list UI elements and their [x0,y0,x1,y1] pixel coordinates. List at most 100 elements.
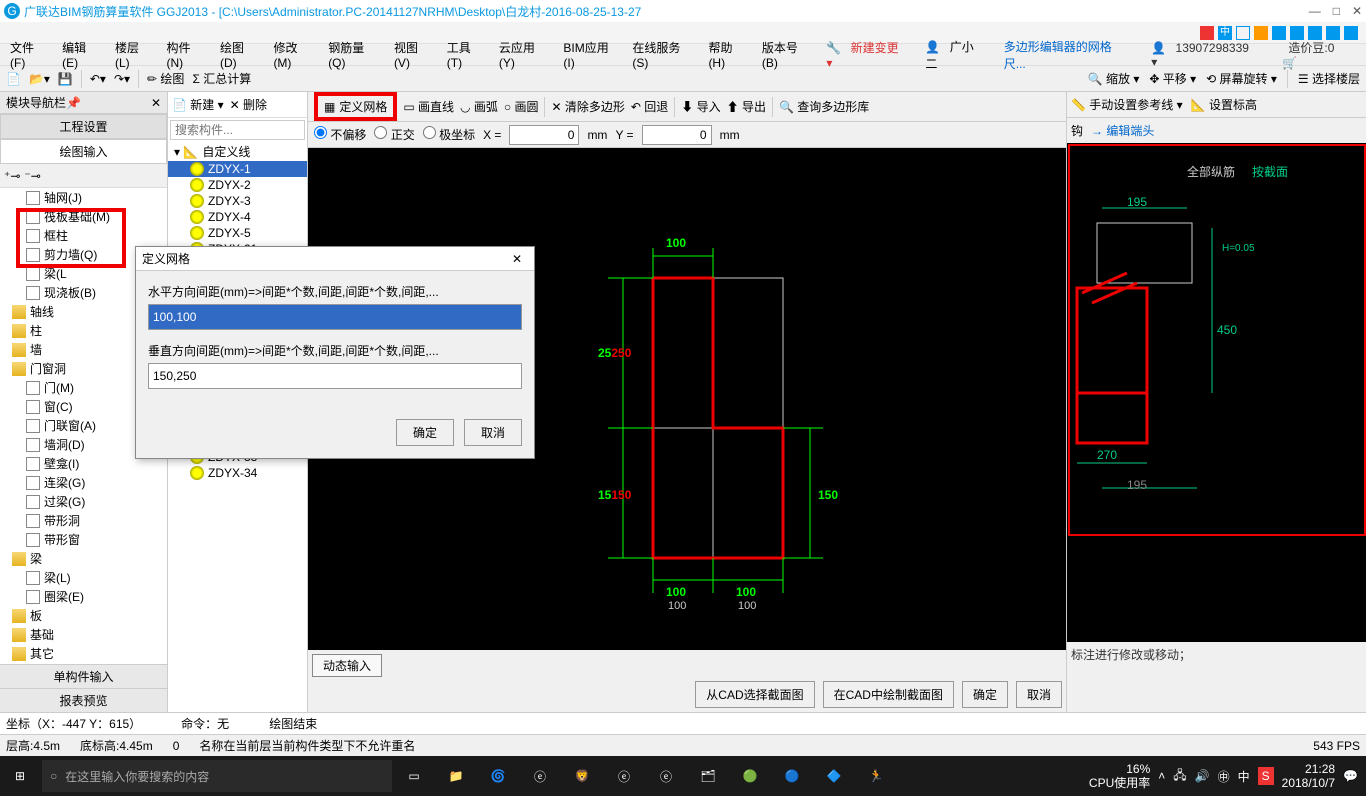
app-icon-11[interactable]: 🏃 [856,756,896,796]
tree-item[interactable]: 梁 [0,549,167,568]
tree-item[interactable]: 带形洞 [0,511,167,530]
tab-project-settings[interactable]: 工程设置 [0,114,167,139]
taskbar-clock[interactable]: 21:282018/10/7 [1282,762,1335,791]
draw-line-button[interactable]: ▭ 画直线 [403,98,454,115]
sum-button[interactable]: Σ 汇总计算 [192,70,251,87]
app-icon-2[interactable]: 🌀 [478,756,518,796]
radio-ortho[interactable]: 正交 [374,126,414,143]
cpu-meter[interactable]: 16%CPU使用率 [1089,762,1150,791]
component-search-input[interactable] [170,120,305,140]
notifications-icon[interactable]: 💬 [1343,769,1358,783]
list-root[interactable]: ▾ 📐 自定义线 [168,142,307,161]
polygon-editor-label[interactable]: 多边形编辑器的网格尺... [998,36,1135,74]
tray-net-icon[interactable]: 🖧 [1173,766,1186,787]
menu-help[interactable]: 帮助(H) [702,37,753,72]
tray-ime2-icon[interactable]: 中 [1238,768,1250,785]
menu-online[interactable]: 在线服务(S) [626,37,700,72]
tree-item[interactable]: 圈梁(E) [0,587,167,606]
new-component-button[interactable]: 📄 新建 ▾ [172,96,224,113]
manual-refline-button[interactable]: 📏 手动设置参考线 ▾ [1071,96,1183,113]
draw-circle-button[interactable]: ○ 画圆 [504,98,539,115]
single-input-tab[interactable]: 单构件输入 [0,664,167,688]
app-icon-8[interactable]: 🟢 [730,756,770,796]
open-file-icon[interactable]: 📂▾ [29,72,50,86]
cad-select-button[interactable]: 从CAD选择截面图 [695,681,814,708]
undo-icon[interactable]: ↶▾ [90,72,106,86]
minimize-button[interactable]: — [1309,4,1321,18]
dynamic-input-button[interactable]: 动态输入 [312,654,382,677]
tree-item[interactable]: 连梁(G) [0,473,167,492]
list-item[interactable]: ZDYX-4 [168,209,307,225]
list-item[interactable]: ZDYX-3 [168,193,307,209]
save-file-icon[interactable]: 💾 [58,72,73,86]
pan-button[interactable]: ✥ 平移 ▾ [1149,70,1196,88]
app-icon-7[interactable]: 🗂 [688,756,728,796]
delete-component-button[interactable]: ✕ 删除 [230,96,267,113]
tray-ime1-icon[interactable]: ㊥ [1218,768,1230,785]
tree-item[interactable]: 梁(L) [0,568,167,587]
credits-label[interactable]: 造价豆:0 🛒 [1276,37,1362,72]
define-grid-button[interactable]: ▦ 定义网格 [314,92,397,121]
taskbar-search[interactable]: ○ 在这里输入你要搜索的内容 [42,760,392,792]
draw-button[interactable]: ✏ 绘图 [147,70,184,87]
tree-item[interactable]: 板 [0,606,167,625]
menu-rebar[interactable]: 钢筋量(Q) [322,37,386,72]
undo-step-button[interactable]: ↶ 回退 [631,98,668,115]
app-icon-9[interactable]: 🔵 [772,756,812,796]
app-icon-6[interactable]: ⓔ [646,756,686,796]
menu-bim[interactable]: BIM应用(I) [557,37,624,72]
start-button[interactable]: ⊞ [0,756,40,796]
vert-spacing-input[interactable] [148,363,522,389]
maximize-button[interactable]: □ [1333,4,1340,18]
new-change-button[interactable]: 🔧 新建变更 ▾ [820,37,917,72]
list-item[interactable]: ZDYX-5 [168,225,307,241]
taskview-icon[interactable]: ▭ [394,756,434,796]
tree-item[interactable]: 带形窗 [0,530,167,549]
radio-no-offset[interactable]: 不偏移 [314,126,366,143]
tree-item[interactable]: 筏板基础(M) [0,207,167,226]
tray-up-icon[interactable]: ˄ [1158,769,1165,783]
app-icon-1[interactable]: 📁 [436,756,476,796]
dialog-ok-button[interactable]: 确定 [396,419,454,446]
menu-floor[interactable]: 楼层(L) [109,37,159,72]
app-icon-4[interactable]: 🦁 [562,756,602,796]
report-preview-tab[interactable]: 报表预览 [0,688,167,712]
draw-arc-button[interactable]: ◡ 画弧 [460,98,498,115]
menu-cloud[interactable]: 云应用(Y) [493,37,555,72]
zoom-button[interactable]: 🔍 缩放 ▾ [1088,70,1140,88]
expand-icon[interactable]: ⁺⊸ [4,169,20,183]
app-icon-3[interactable]: ⓔ [520,756,560,796]
menu-file[interactable]: 文件(F) [4,37,54,72]
import-button[interactable]: ⬇ 导入 [681,98,720,115]
dialog-close-icon[interactable]: ✕ [506,252,528,266]
menu-version[interactable]: 版本号(B) [756,37,818,72]
cancel-button[interactable]: 取消 [1016,681,1062,708]
list-item[interactable]: ZDYX-1 [168,161,307,177]
collapse-icon[interactable]: ⁻⊸ [24,169,40,183]
x-input[interactable] [509,125,579,145]
tray-sogou-icon[interactable]: S [1258,767,1274,785]
export-button[interactable]: ⬆ 导出 [727,98,766,115]
menu-edit[interactable]: 编辑(E) [56,37,107,72]
search-polygon-button[interactable]: 🔍 查询多边形库 [779,98,869,115]
tree-item[interactable]: 框柱 [0,226,167,245]
dialog-cancel-button[interactable]: 取消 [464,419,522,446]
list-item[interactable]: ZDYX-2 [168,177,307,193]
tree-item[interactable]: 其它 [0,644,167,663]
edit-end-button[interactable]: → 编辑端头 [1091,122,1154,139]
radio-polar[interactable]: 极坐标 [423,126,475,143]
rotate-button[interactable]: ⟲ 屏幕旋转 ▾ [1206,70,1277,88]
close-button[interactable]: ✕ [1352,4,1362,18]
list-item[interactable]: ZDYX-34 [168,465,307,481]
hook-button[interactable]: 钩 [1071,122,1083,139]
menu-tools[interactable]: 工具(T) [441,37,491,72]
app-icon-10[interactable]: 🔷 [814,756,854,796]
new-file-icon[interactable]: 📄 [6,72,21,86]
cad-draw-button[interactable]: 在CAD中绘制截面图 [823,681,954,708]
set-elevation-button[interactable]: 📐 设置标高 [1191,96,1257,113]
current-user[interactable]: 👤 广小二 [919,36,995,74]
ok-button[interactable]: 确定 [962,681,1008,708]
tree-item[interactable]: 基础 [0,625,167,644]
horiz-spacing-input[interactable] [148,304,522,330]
y-input[interactable] [642,125,712,145]
